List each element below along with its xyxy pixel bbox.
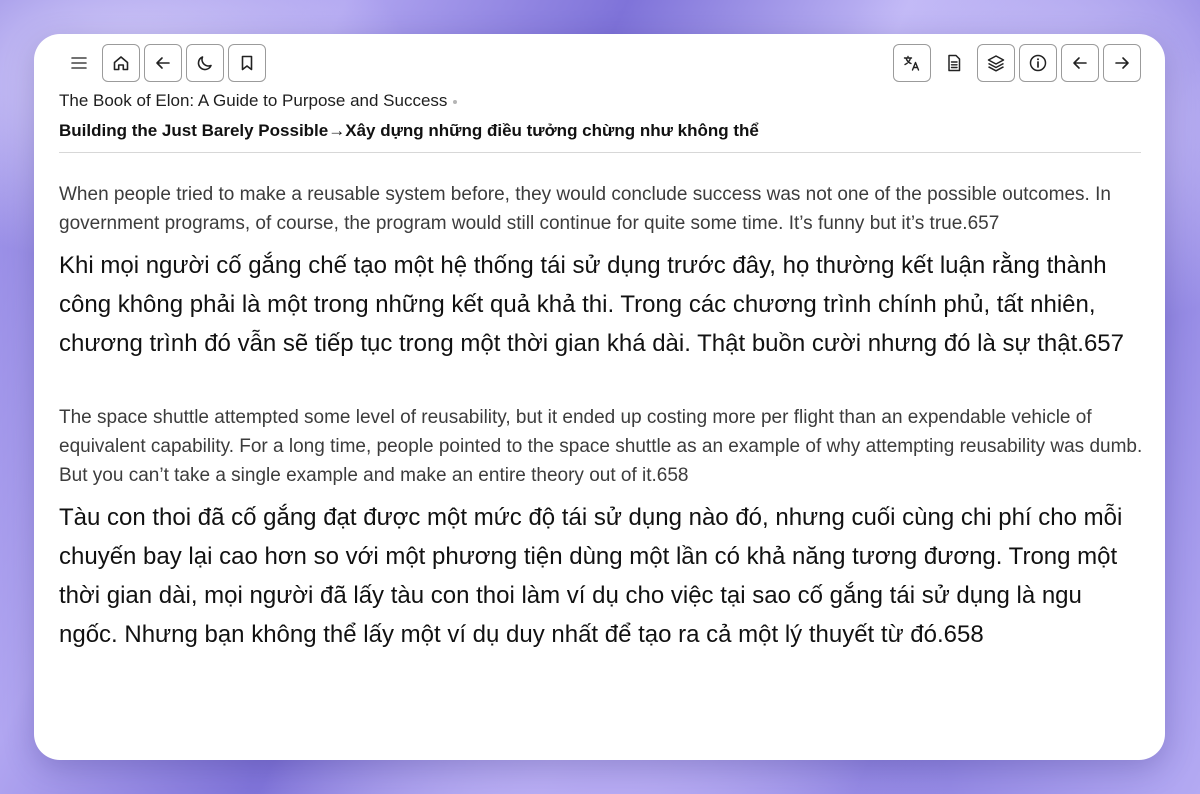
prev-page-button[interactable] [1061, 44, 1099, 82]
arrow-left-icon [156, 57, 170, 69]
toolbar [34, 44, 1165, 84]
vietnamese-paragraph: Khi mọi người cố gắng chế tạo một hệ thố… [59, 252, 1124, 357]
arrow-left-icon [1073, 57, 1087, 69]
reader-header: The Book of Elon: A Guide to Purpose and… [59, 90, 1141, 153]
layers-icon [987, 55, 1005, 72]
moon-icon [197, 56, 212, 71]
book-title-row: The Book of Elon: A Guide to Purpose and… [59, 90, 1141, 112]
toolbar-right-group [893, 44, 1141, 82]
arrow-right-icon [1115, 57, 1129, 69]
home-icon [113, 56, 129, 71]
bookmark-icon [241, 55, 253, 71]
status-dot [453, 99, 458, 104]
translate-icon [903, 55, 920, 71]
reader-window: The Book of Elon: A Guide to Purpose and… [34, 34, 1165, 760]
translate-button[interactable] [893, 44, 931, 82]
menu-button[interactable] [60, 44, 98, 82]
info-icon [1029, 54, 1047, 72]
layers-button[interactable] [977, 44, 1015, 82]
english-paragraph: When people tried to make a reusable sys… [59, 184, 1111, 234]
back-button[interactable] [144, 44, 182, 82]
bookmark-button[interactable] [228, 44, 266, 82]
next-page-button[interactable] [1103, 44, 1141, 82]
english-paragraph: The space shuttle attempted some level o… [59, 407, 1143, 486]
vietnamese-paragraph: Tàu con thoi đã cố gắng đạt được một mức… [59, 504, 1123, 648]
dark-mode-button[interactable] [186, 44, 224, 82]
chapter-title: Building the Just Barely Possible→Xây dự… [59, 121, 759, 140]
header-divider [59, 152, 1141, 153]
info-button[interactable] [1019, 44, 1057, 82]
document-button[interactable] [935, 44, 973, 82]
book-title: The Book of Elon: A Guide to Purpose and… [59, 91, 448, 110]
paragraph-block: The space shuttle attempted some level o… [59, 403, 1145, 654]
document-icon [948, 54, 961, 72]
paragraph-block: When people tried to make a reusable sys… [59, 180, 1145, 363]
home-button[interactable] [102, 44, 140, 82]
hamburger-menu-icon [71, 57, 87, 69]
toolbar-left-group [60, 44, 266, 82]
reader-content: When people tried to make a reusable sys… [59, 180, 1145, 694]
